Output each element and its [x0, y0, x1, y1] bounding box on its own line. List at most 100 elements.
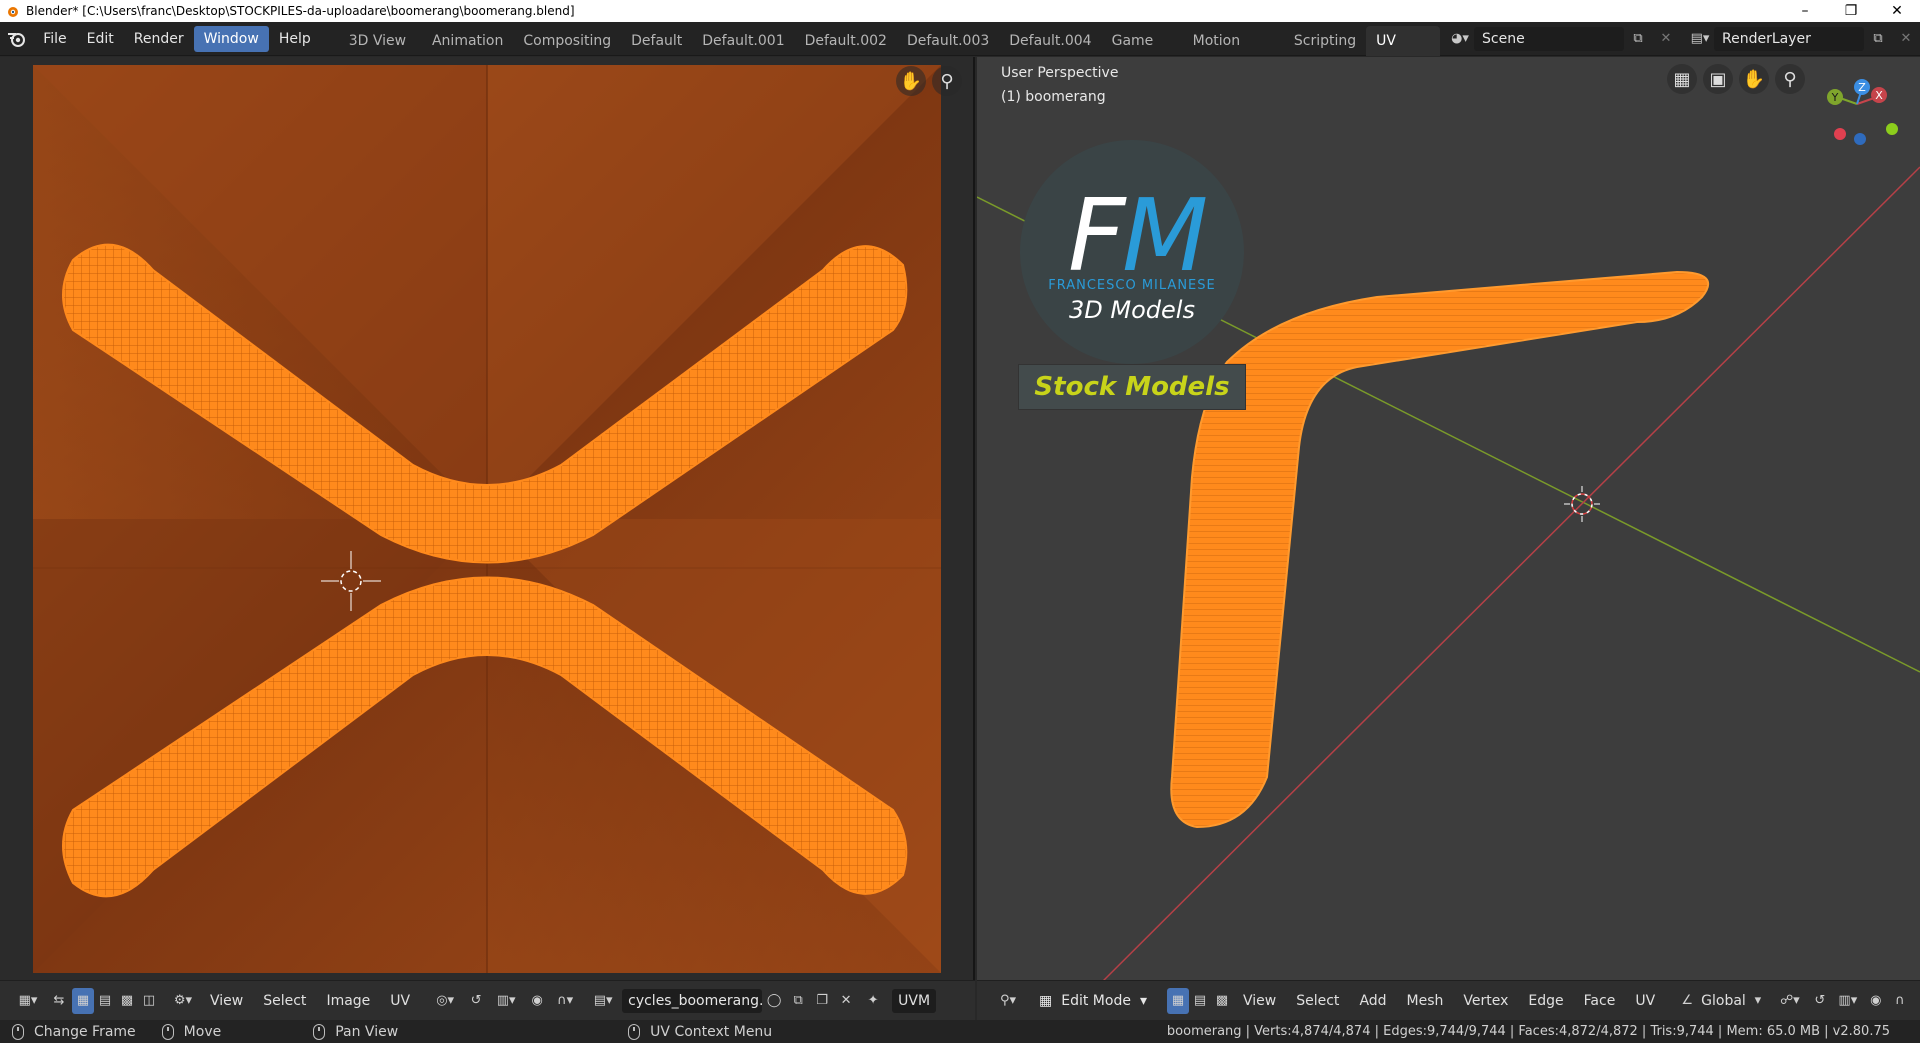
uv-map-field[interactable]: UVM [892, 988, 937, 1013]
menu-uv[interactable]: UV [1625, 988, 1665, 1014]
falloff-icon[interactable]: ∩ [1888, 988, 1912, 1014]
new-scene-icon[interactable]: ⧉ [1624, 27, 1652, 51]
uv-editor[interactable]: ✋ ⚲ ▦▾ ⇆ ▦ ▤ ▩ ◫ ⚙▾ View Select Image UV… [0, 57, 975, 1020]
tab-uv-editing[interactable]: UV Editing [1366, 25, 1440, 79]
toggle-ortho-icon[interactable]: ▦ [1667, 64, 1697, 94]
vertex-select-icon[interactable]: ▦ [72, 987, 94, 1014]
menu-select[interactable]: Select [253, 988, 316, 1014]
scene-selector: ◕▾ Scene ⧉ ✕ [1446, 22, 1680, 56]
logo-subtitle: 3D Models [1069, 296, 1195, 324]
pan-hand-icon[interactable]: ✋ [1739, 64, 1769, 94]
delete-render-layer-icon[interactable]: ✕ [1892, 27, 1920, 51]
menu-mesh[interactable]: Mesh [1397, 988, 1454, 1014]
snap-icon[interactable]: ↺ [464, 988, 488, 1014]
status-bar: Change Frame Move Pan View UV Context Me… [0, 1020, 1920, 1043]
tab-compositing[interactable]: Compositing [513, 26, 621, 56]
menu-select[interactable]: Select [1286, 988, 1349, 1014]
zoom-icon[interactable]: ⚲ [932, 66, 962, 96]
tab-game-logic[interactable]: Game Logic [1102, 26, 1183, 79]
open-image-icon[interactable]: ❐ [810, 988, 834, 1014]
tab-default-004[interactable]: Default.004 [999, 26, 1101, 56]
orientation-label[interactable]: Global [1697, 988, 1750, 1014]
window-title: Blender* [C:\Users\franc\Desktop\STOCKPI… [26, 4, 575, 18]
viewport-header: ⚲▾ ▦ Edit Mode ▾ ▦ ▤ ▩ View Select Add M… [977, 980, 1920, 1020]
mouse-middle-icon [161, 1023, 174, 1040]
delete-scene-icon[interactable]: ✕ [1652, 27, 1680, 51]
zoom-icon[interactable]: ⚲ [1775, 64, 1805, 94]
fake-user-icon[interactable]: ◯ [762, 988, 786, 1014]
tab-3d-view-full[interactable]: 3D View Full [339, 26, 422, 79]
blender-menu-icon[interactable] [0, 22, 33, 56]
menu-view[interactable]: View [1233, 988, 1286, 1014]
mode-selector[interactable]: ▦ Edit Mode ▾ [1031, 988, 1155, 1013]
proportional-edit-icon[interactable]: ◉ [1864, 988, 1888, 1014]
snap-target-icon[interactable]: ▥▾ [1832, 988, 1864, 1014]
image-name-field[interactable]: cycles_boomerang.. [622, 988, 763, 1013]
falloff-icon[interactable]: ∩▾ [550, 988, 580, 1014]
scene-icon[interactable]: ◕▾ [1446, 27, 1474, 51]
menu-view[interactable]: View [200, 988, 253, 1014]
unlink-image-icon[interactable]: ✕ [834, 988, 858, 1014]
fm-logo: F M FRANCESCO MILANESE 3D Models [1020, 140, 1244, 370]
edit-mode-icon: ▦ [1039, 992, 1053, 1009]
menu-edge[interactable]: Edge [1518, 988, 1573, 1014]
edge-select-icon[interactable]: ▤ [1189, 988, 1211, 1014]
render-layer-field[interactable]: RenderLayer [1714, 26, 1864, 51]
viewport-object-label: (1) boomerang [1001, 89, 1106, 105]
logo-initial-f: F [1068, 177, 1127, 294]
tab-default-002[interactable]: Default.002 [795, 26, 897, 56]
face-select-icon[interactable]: ▩ [1211, 988, 1233, 1014]
menu-help[interactable]: Help [269, 26, 321, 52]
minimize-icon[interactable]: – [1782, 0, 1828, 22]
duplicate-image-icon[interactable]: ⧉ [786, 988, 810, 1014]
face-select-icon[interactable]: ▩ [116, 988, 138, 1014]
menu-add[interactable]: Add [1349, 988, 1396, 1014]
snap-target-icon[interactable]: ▥▾ [488, 988, 524, 1014]
navigation-gizmo[interactable]: X Y Z [1815, 59, 1905, 149]
restore-icon[interactable]: ❐ [1828, 0, 1874, 22]
chevron-down-icon: ▾ [1139, 992, 1147, 1009]
menu-edit[interactable]: Edit [77, 26, 124, 52]
tab-default-003[interactable]: Default.003 [897, 26, 999, 56]
gizmo-y-label: Y [1831, 91, 1839, 104]
menu-render[interactable]: Render [124, 26, 194, 52]
uv-editor-header: ▦▾ ⇆ ▦ ▤ ▩ ◫ ⚙▾ View Select Image UV ◎▾ … [0, 980, 975, 1020]
sync-selection-icon[interactable]: ⇆ [46, 988, 72, 1014]
mouse-middle-icon [313, 1023, 326, 1040]
menu-uv[interactable]: UV [380, 988, 420, 1014]
uv-image-canvas[interactable] [33, 65, 941, 973]
pivot-icon[interactable]: ◎▾ [426, 988, 464, 1014]
editor-type-icon[interactable]: ▦▾ [10, 988, 46, 1014]
camera-view-icon[interactable]: ▣ [1703, 64, 1733, 94]
edge-select-icon[interactable]: ▤ [94, 988, 116, 1014]
render-layer-icon[interactable]: ▤▾ [1686, 27, 1714, 51]
tab-animation[interactable]: Animation [422, 26, 513, 56]
editor-type-icon[interactable]: ⚲▾ [991, 988, 1025, 1014]
top-bar: File Edit Render Window Help 3D View Ful… [0, 22, 1920, 79]
chevron-down-icon[interactable]: ▾ [1750, 988, 1766, 1014]
sticky-select-icon[interactable]: ⚙▾ [166, 988, 200, 1014]
vertex-select-icon[interactable]: ▦ [1167, 987, 1189, 1014]
menu-window[interactable]: Window [193, 25, 269, 52]
proportional-edit-icon[interactable]: ◉ [524, 988, 550, 1014]
mouse-left-icon [12, 1023, 24, 1040]
scene-name-field[interactable]: Scene [1474, 26, 1624, 51]
tab-default[interactable]: Default [621, 26, 692, 56]
render-layer-selector: ▤▾ RenderLayer ⧉ ✕ [1686, 22, 1920, 56]
menu-face[interactable]: Face [1574, 988, 1626, 1014]
image-browse-icon[interactable]: ▤▾ [586, 988, 620, 1014]
new-render-layer-icon[interactable]: ⧉ [1864, 27, 1892, 51]
menu-vertex[interactable]: Vertex [1453, 988, 1518, 1014]
pan-hand-icon[interactable]: ✋ [896, 66, 926, 96]
pivot-point-icon[interactable]: ☍▾ [1772, 988, 1808, 1014]
menu-file[interactable]: File [33, 26, 76, 52]
close-icon[interactable]: ✕ [1874, 0, 1920, 22]
island-select-icon[interactable]: ◫ [138, 988, 160, 1014]
menu-image[interactable]: Image [316, 988, 380, 1014]
transform-orientation-icon[interactable]: ∠ [1677, 988, 1697, 1014]
tab-default-001[interactable]: Default.001 [692, 26, 794, 56]
tab-scripting[interactable]: Scripting [1284, 26, 1366, 56]
snap-icon[interactable]: ↺ [1808, 988, 1832, 1014]
pin-icon[interactable]: ✦ [858, 988, 888, 1014]
tab-motion-tracking[interactable]: Motion Tracking [1183, 26, 1284, 79]
